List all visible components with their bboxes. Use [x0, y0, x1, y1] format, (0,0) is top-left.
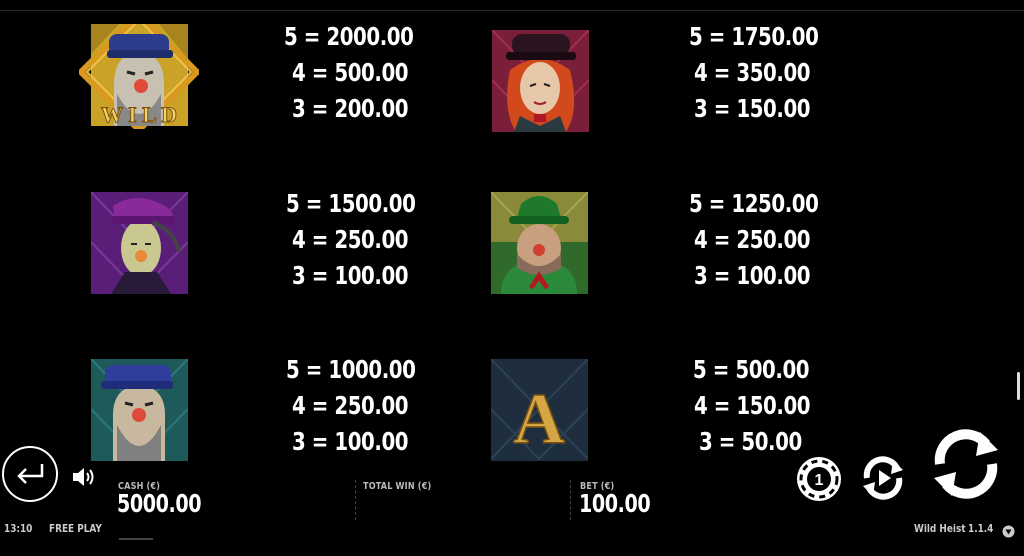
payout-blue-cap-heister: 5 = 1000.00 4 = 250.00 3 = 100.00 — [286, 352, 456, 460]
back-arrow-icon — [17, 464, 44, 484]
payout-4: 4 = 250.00 — [292, 225, 409, 254]
clock: 13:10 — [4, 522, 33, 535]
paytable-scrollbar[interactable] — [1017, 372, 1020, 400]
payout-purple-hat-thief: 5 = 1500.00 4 = 250.00 3 = 100.00 — [286, 186, 456, 294]
footer-underline — [119, 538, 153, 540]
symbol-letter-a: A — [491, 359, 588, 461]
svg-text:W I L D: W I L D — [101, 102, 177, 127]
letter-a-glyph: A — [513, 379, 565, 459]
autoplay-icon — [863, 456, 903, 500]
payout-5: 5 = 500.00 — [693, 355, 810, 384]
payout-4: 4 = 500.00 — [292, 58, 409, 87]
payout-wild: 5 = 2000.00 4 = 500.00 3 = 200.00 — [284, 19, 454, 127]
payout-4: 4 = 250.00 — [292, 391, 409, 420]
payout-letter-a: 5 = 500.00 4 = 150.00 3 = 50.00 — [693, 352, 863, 460]
divider-2 — [570, 480, 572, 520]
play-mode: FREE PLAY — [49, 522, 102, 535]
svg-text:1: 1 — [815, 472, 824, 489]
symbol-purple-hat-thief — [91, 192, 188, 294]
payout-5: 5 = 1250.00 — [689, 189, 819, 218]
cash-value: 5000.00 — [117, 489, 202, 518]
top-divider — [0, 10, 1024, 11]
poker-chip-icon: 1 — [797, 457, 841, 501]
payout-3: 3 = 200.00 — [292, 94, 409, 123]
payout-5: 5 = 1500.00 — [286, 189, 416, 218]
symbol-green-bowler-man — [491, 192, 588, 294]
back-button[interactable] — [2, 446, 58, 502]
autoplay-button[interactable] — [857, 452, 909, 504]
speaker-icon — [73, 468, 94, 486]
payout-4: 4 = 350.00 — [694, 58, 811, 87]
payout-green-bowler-man: 5 = 1250.00 4 = 250.00 3 = 100.00 — [689, 186, 859, 294]
payout-3: 3 = 150.00 — [694, 94, 811, 123]
symbol-wild: W I L D — [79, 24, 199, 129]
divider-1 — [355, 480, 357, 520]
payout-4: 4 = 250.00 — [694, 225, 811, 254]
sound-button[interactable] — [70, 464, 96, 490]
payout-3: 3 = 100.00 — [292, 427, 409, 456]
game-version: 1.1.4 — [968, 522, 994, 535]
payout-3: 3 = 100.00 — [292, 261, 409, 290]
payout-5: 5 = 1750.00 — [689, 22, 819, 51]
payout-4: 4 = 150.00 — [694, 391, 811, 420]
payout-5: 5 = 1000.00 — [286, 355, 416, 384]
spin-icon — [934, 429, 998, 499]
payout-3: 3 = 100.00 — [694, 261, 811, 290]
symbol-blue-cap-heister — [91, 359, 188, 461]
info-button[interactable] — [1002, 523, 1015, 538]
game-name: Wild Heist — [914, 522, 966, 535]
symbol-red-haired-lady — [492, 30, 589, 132]
total-win-label: TOTAL WIN (€) — [363, 481, 432, 492]
bet-coin-button[interactable]: 1 — [795, 455, 843, 503]
payout-red-haired-lady: 5 = 1750.00 4 = 350.00 3 = 150.00 — [689, 19, 859, 127]
bet-value: 100.00 — [579, 489, 651, 518]
payout-5: 5 = 2000.00 — [284, 22, 414, 51]
spin-button[interactable] — [930, 428, 1002, 500]
info-triangle-icon — [1002, 525, 1015, 538]
